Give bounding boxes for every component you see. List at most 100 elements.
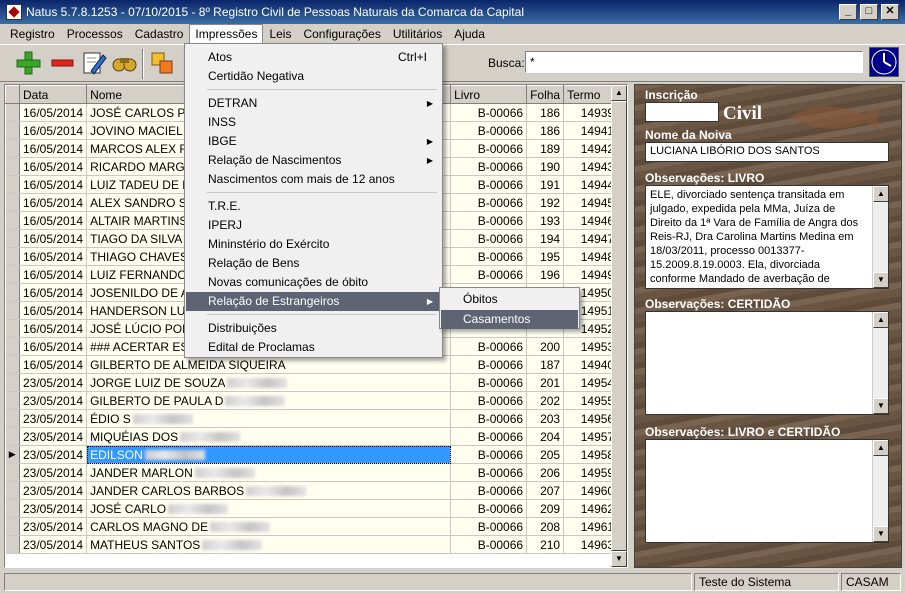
- remove-icon[interactable]: [48, 49, 76, 77]
- cell-folha: 192: [526, 193, 565, 212]
- menu-item-mininsterio-do-exercito[interactable]: Mininstério do Exército: [186, 235, 441, 254]
- cell-livro: B-00066: [450, 121, 528, 140]
- scroll-thumb[interactable]: [611, 101, 627, 551]
- table-row[interactable]: 16/05/2014 GILBERTO DE ALMEIDA SIQUEIRA B-…: [5, 355, 619, 374]
- obs-livro-memo[interactable]: ELE, divorciado sentença transitada em j…: [645, 185, 889, 289]
- submenu-item-casamentos[interactable]: Casamentos: [441, 310, 578, 329]
- submenu-arrow-icon: ▶: [426, 99, 433, 108]
- cell-nome: CARLOS MAGNO DE: [86, 517, 452, 536]
- redacted-text: [227, 378, 288, 389]
- table-row[interactable]: 23/05/2014 JORGE LUIZ DE SOUZA B-00066 201 1…: [5, 373, 619, 392]
- cell-termo: 14958: [563, 445, 619, 464]
- menu-item-nascimentos-com-mais-de-12-anos[interactable]: Nascimentos com mais de 12 anos: [186, 170, 441, 189]
- cell-livro: B-00066: [450, 211, 528, 230]
- menu-item-distribuicoes[interactable]: Distribuições: [186, 319, 441, 338]
- menu-item-relacao-de-nascimentos[interactable]: Relação de Nascimentos ▶: [186, 151, 441, 170]
- menu-item-novas-comunicacoes-de-obito[interactable]: Novas comunicações de óbito: [186, 273, 441, 292]
- menu-item-relacao-de-bens[interactable]: Relação de Bens: [186, 254, 441, 273]
- search-input[interactable]: *: [525, 51, 863, 73]
- cell-data: 16/05/2014: [19, 121, 88, 140]
- minimize-button[interactable]: _: [839, 4, 857, 20]
- find-icon[interactable]: [110, 49, 138, 77]
- menu-item-edital-de-proclamas[interactable]: Edital de Proclamas: [186, 338, 441, 357]
- menu-cadastro[interactable]: Cadastro: [129, 24, 190, 44]
- menu-item-inss[interactable]: INSS: [186, 113, 441, 132]
- cell-folha: 194: [526, 229, 565, 248]
- cell-data: 23/05/2014: [19, 517, 88, 536]
- submenu-item-obitos[interactable]: Óbitos: [441, 290, 578, 309]
- menu-item-detran[interactable]: DETRAN ▶: [186, 94, 441, 113]
- menu-item-t-r-e[interactable]: T.R.E.: [186, 197, 441, 216]
- menu-configuracoes[interactable]: Configurações: [297, 24, 386, 44]
- cell-data: 16/05/2014: [19, 175, 88, 194]
- cell-livro: B-00066: [450, 445, 528, 464]
- menu-utilitarios[interactable]: Utilitários: [387, 24, 448, 44]
- column-header-data[interactable]: Data: [18, 85, 88, 104]
- menu-processos[interactable]: Processos: [61, 24, 129, 44]
- cell-data: 16/05/2014: [19, 319, 88, 338]
- cell-livro: B-00066: [450, 337, 528, 356]
- cell-folha: 196: [526, 265, 565, 284]
- menu-impressoes[interactable]: Impressões: [189, 24, 264, 44]
- add-icon[interactable]: [14, 49, 42, 77]
- column-header-folha[interactable]: Folha: [526, 85, 565, 104]
- menu-item-iperj[interactable]: IPERJ: [186, 216, 441, 235]
- app-icon[interactable]: [6, 4, 22, 20]
- obs-certidao-memo[interactable]: ▲ ▼: [645, 311, 889, 415]
- cell-livro: B-00066: [450, 229, 528, 248]
- scroll-up-icon[interactable]: ▲: [611, 85, 627, 101]
- table-row[interactable]: ▶ 23/05/2014 EDILSON B-00066 205 14958: [5, 445, 619, 464]
- column-header-termo[interactable]: Termo: [563, 85, 619, 104]
- cell-termo: 14956: [563, 409, 619, 428]
- row-indicator: [5, 337, 20, 356]
- menu-item-atos[interactable]: Atos Ctrl+I: [186, 48, 441, 67]
- cell-nome: ÉDIO S: [86, 409, 452, 428]
- table-row[interactable]: 23/05/2014 GILBERTO DE PAULA D B-00066 202 1…: [5, 391, 619, 410]
- menu-registro[interactable]: Registro: [4, 24, 61, 44]
- table-row[interactable]: 23/05/2014 MIQUÉIAS DOS B-00066 204 14957: [5, 427, 619, 446]
- cell-folha: 207: [526, 481, 565, 500]
- table-row[interactable]: 23/05/2014 ÉDIO S B-00066 203 14956: [5, 409, 619, 428]
- menu-item-ibge[interactable]: IBGE ▶: [186, 132, 441, 151]
- cell-folha: 204: [526, 427, 565, 446]
- close-button[interactable]: ✕: [881, 4, 899, 20]
- inscricao-field[interactable]: [645, 102, 719, 122]
- grid-scrollbar[interactable]: ▲ ▼: [611, 85, 627, 567]
- menu-item-relacao-de-estrangeiros[interactable]: Relação de Estrangeiros ▶: [186, 292, 441, 311]
- inscricao-label: Inscrição: [645, 88, 698, 102]
- noiva-field[interactable]: LUCIANA LIBÓRIO DOS SANTOS: [645, 142, 889, 162]
- table-row[interactable]: 23/05/2014 JANDER CARLOS BARBOS B-00066 207…: [5, 481, 619, 500]
- obs-ambos-memo[interactable]: ▲ ▼: [645, 439, 889, 543]
- civil-label: Civil: [723, 103, 763, 124]
- maximize-button[interactable]: □: [860, 4, 878, 20]
- menu-leis[interactable]: Leis: [263, 24, 297, 44]
- menu-ajuda[interactable]: Ajuda: [448, 24, 491, 44]
- cell-data: 16/05/2014: [19, 211, 88, 230]
- cell-folha: 203: [526, 409, 565, 428]
- menu-item-certidao-negativa[interactable]: Certidão Negativa: [186, 67, 441, 86]
- scroll-down-icon[interactable]: ▼: [611, 551, 627, 567]
- submenu-arrow-icon: ▶: [426, 297, 433, 306]
- redacted-text: [246, 486, 307, 497]
- table-row[interactable]: 23/05/2014 MATHEUS SANTOS B-00066 210 14963: [5, 535, 619, 554]
- edit-icon[interactable]: [80, 49, 108, 77]
- menu-shortcut: Ctrl+I: [397, 50, 427, 64]
- cell-folha: 205: [526, 445, 565, 464]
- cell-data: 23/05/2014: [19, 499, 88, 518]
- table-row[interactable]: 23/05/2014 JANDER MARLON B-00066 206 14959: [5, 463, 619, 482]
- cell-nome: MATHEUS SANTOS: [86, 535, 452, 554]
- export-icon[interactable]: [148, 49, 176, 77]
- cell-data: 16/05/2014: [19, 193, 88, 212]
- cell-termo: 14948: [563, 247, 619, 266]
- cell-livro: B-00066: [450, 265, 528, 284]
- table-row[interactable]: 23/05/2014 CARLOS MAGNO DE B-00066 208 14961: [5, 517, 619, 536]
- menu-separator: [207, 89, 437, 90]
- redacted-text: [132, 414, 193, 425]
- cell-livro: B-00066: [450, 499, 528, 518]
- clock-icon: [869, 47, 899, 77]
- row-indicator: [5, 319, 20, 338]
- table-row[interactable]: 23/05/2014 JOSÉ CARLO B-00066 209 14962: [5, 499, 619, 518]
- search-label: Busca:: [488, 56, 525, 70]
- row-indicator: [5, 193, 20, 212]
- column-header-livro[interactable]: Livro: [450, 85, 528, 104]
